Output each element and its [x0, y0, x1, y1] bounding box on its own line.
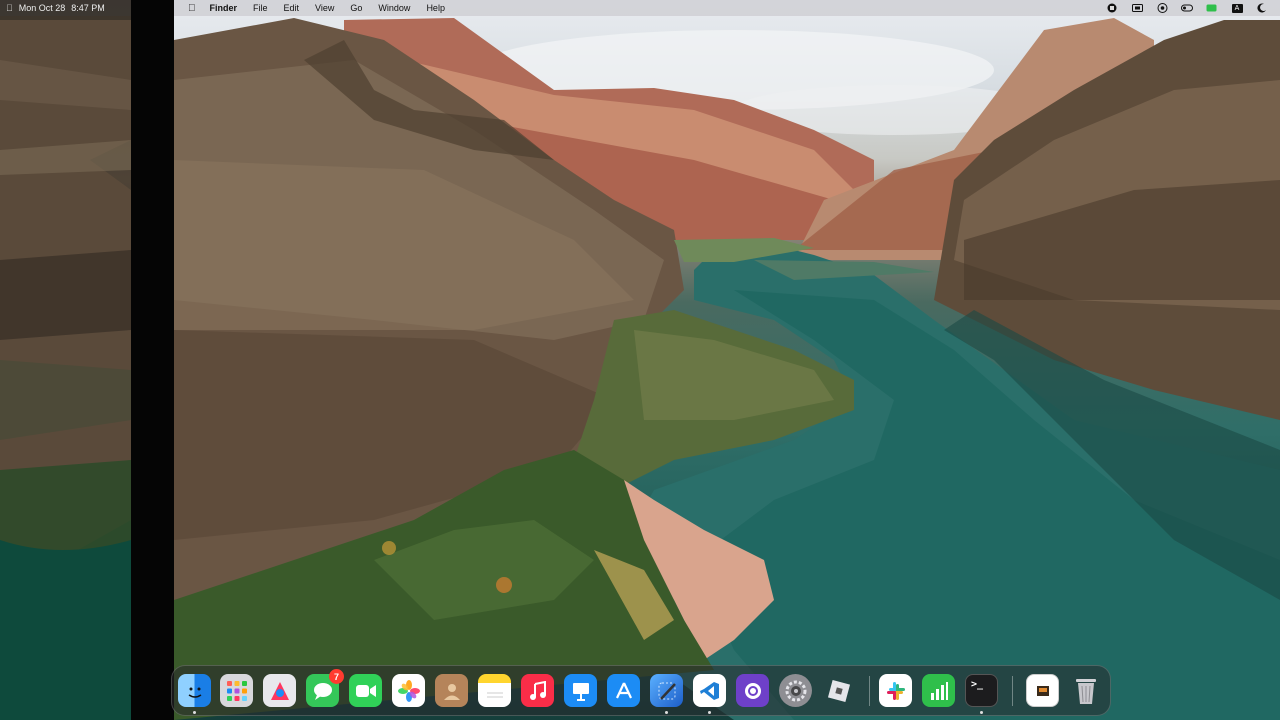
input-source-icon[interactable]: A: [1231, 3, 1243, 13]
menu-edit[interactable]: Edit: [276, 3, 308, 13]
apple-menu-icon[interactable]: : [186, 3, 202, 14]
desktop-wallpaper: [174, 0, 1280, 720]
main-menubar:  Finder File Edit View Go Window Help: [174, 0, 1280, 16]
record-icon[interactable]: [1106, 3, 1118, 13]
keynote-icon[interactable]: [564, 674, 597, 707]
display-gap: [131, 0, 174, 720]
menu-go[interactable]: Go: [342, 3, 370, 13]
running-indicator: [980, 711, 983, 714]
xcode-icon[interactable]: [650, 674, 683, 707]
running-indicator: [665, 711, 668, 714]
focus-moon-icon[interactable]: [1256, 3, 1268, 13]
screen-mirroring-icon[interactable]: [1156, 3, 1168, 13]
menu-file[interactable]: File: [245, 3, 276, 13]
settings-gear-icon[interactable]: [779, 674, 812, 707]
menubar-status-area: A: [1106, 0, 1268, 16]
roblox-icon[interactable]: [822, 674, 855, 707]
control-center-icon[interactable]: [1181, 3, 1193, 13]
music-icon[interactable]: [521, 674, 554, 707]
numbers-icon[interactable]: [922, 674, 955, 707]
downloads-stack-icon[interactable]: [1026, 674, 1059, 707]
apple-logo-icon[interactable]: : [6, 3, 13, 13]
running-indicator: [708, 711, 711, 714]
running-indicator: [193, 711, 196, 714]
input-source-label: A: [1231, 3, 1243, 13]
facetime-icon[interactable]: [349, 674, 382, 707]
messages-icon[interactable]: 7: [306, 669, 344, 707]
menu-window[interactable]: Window: [370, 3, 418, 13]
dock-separator: [869, 676, 870, 706]
contacts-icon[interactable]: [435, 674, 468, 707]
secondary-menubar:  Mon Oct 28 8:47 PM: [0, 0, 131, 16]
menu-help[interactable]: Help: [418, 3, 453, 13]
vscode-icon[interactable]: [693, 674, 726, 707]
notes-icon[interactable]: [478, 674, 511, 707]
desktop-screen:  Mon Oct 28 8:47 PM: [0, 0, 1280, 720]
secondary-display-wallpaper: [0, 0, 131, 720]
design-app-icon[interactable]: [263, 674, 296, 707]
app-store-icon[interactable]: [607, 674, 640, 707]
battery-icon[interactable]: [1206, 3, 1218, 13]
photos-icon[interactable]: [392, 674, 425, 707]
terminal-icon[interactable]: >_: [965, 674, 998, 707]
finder-icon[interactable]: [178, 674, 211, 707]
slack-icon[interactable]: [879, 674, 912, 707]
dock: 7 >_: [171, 665, 1111, 716]
messages-badge: 7: [329, 669, 344, 684]
trash-icon[interactable]: [1069, 674, 1102, 707]
dock-separator: [1012, 676, 1013, 706]
menubar-date[interactable]: Mon Oct 28: [19, 3, 66, 13]
launchpad-icon[interactable]: [220, 674, 253, 707]
menu-app-name[interactable]: Finder: [202, 3, 246, 13]
menu-view[interactable]: View: [307, 3, 342, 13]
display-icon[interactable]: [1131, 3, 1143, 13]
github-icon[interactable]: [736, 674, 769, 707]
menubar-time[interactable]: 8:47 PM: [71, 3, 105, 13]
